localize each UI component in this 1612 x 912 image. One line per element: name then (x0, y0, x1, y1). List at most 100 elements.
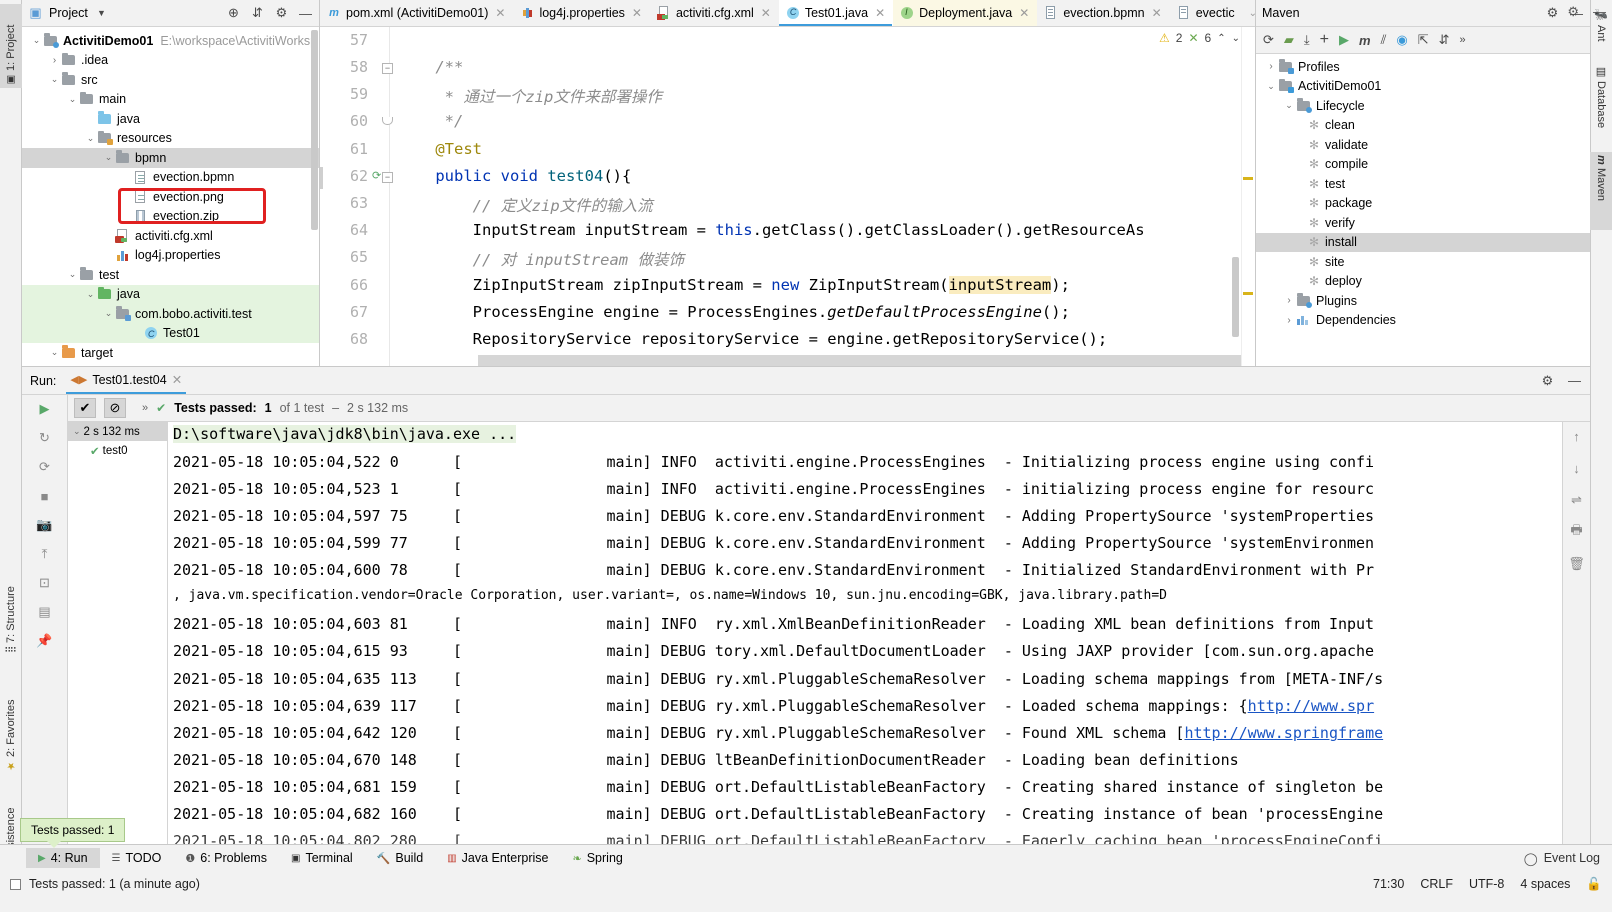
chevron-down-icon[interactable]: ▼ (94, 6, 109, 21)
expand-arrow[interactable]: › (1282, 295, 1296, 306)
toggle-skip-tests-icon[interactable]: ⫽ (1381, 32, 1387, 48)
expand-arrow[interactable]: › (1264, 61, 1278, 72)
expand-arrow[interactable]: ⌄ (73, 426, 81, 437)
expand-arrow[interactable]: ⌄ (66, 94, 79, 105)
layout-settings-icon[interactable]: ▤ (36, 603, 54, 621)
editor-inspection-sidebar[interactable] (1241, 27, 1255, 366)
maven-goal-package[interactable]: ✻ package (1256, 194, 1590, 214)
maven-goal-clean[interactable]: ✻ clean (1256, 116, 1590, 136)
import-test-results-icon[interactable]: ⤒ (36, 545, 54, 563)
expand-arrow[interactable]: ⌄ (1264, 81, 1278, 92)
editor-tab-pom-xml[interactable]: m pom.xml (ActivitiDemo01) ✕ (320, 0, 513, 26)
warning-stripe[interactable] (1243, 292, 1253, 295)
console-link[interactable]: http://www.spr (1248, 697, 1374, 715)
editor-code[interactable]: /** * 通过一个zip文件来部署操作 */ @Test public voi… (398, 27, 1255, 366)
tree-row-src[interactable]: ⌄ src (22, 70, 319, 90)
tree-row-idea[interactable]: › .idea (22, 51, 319, 71)
settings-gear-icon[interactable]: ⚙ (1540, 373, 1555, 388)
expand-all-icon[interactable]: ⇱ (1418, 32, 1429, 48)
test-tree-root-row[interactable]: ⌄ 2 s 132 ms (68, 422, 167, 441)
bottom-tab-terminal[interactable]: ▣ Terminal (279, 848, 365, 868)
toggle-auto-test-icon[interactable]: ⟳ (36, 458, 54, 476)
maven-row-plugins[interactable]: › Plugins (1256, 291, 1590, 311)
checkbox-icon[interactable] (10, 878, 21, 890)
expand-arrow[interactable]: ⌄ (84, 289, 97, 300)
expand-arrow[interactable]: ⌄ (30, 35, 43, 46)
maven-goal-compile[interactable]: ✻ compile (1256, 155, 1590, 175)
minimize-icon[interactable]: — (1567, 373, 1582, 388)
bottom-tab-java-enterprise[interactable]: ▥ Java Enterprise (435, 848, 560, 868)
project-tree[interactable]: ⌄ ActivitiDemo01 E:\workspace\ActivitiWo… (22, 27, 319, 363)
maven-goal-test[interactable]: ✻ test (1256, 174, 1590, 194)
show-ignored-toggle[interactable]: ⊘ (104, 398, 126, 418)
close-icon[interactable]: ✕ (1152, 6, 1162, 20)
collapse-all-icon[interactable]: ⇵ (1439, 32, 1450, 48)
test-settings-icon[interactable]: ⊡ (36, 574, 54, 592)
sidebar-tab-project[interactable]: ▣ 1: Project (0, 4, 22, 88)
print-icon[interactable]: 🖶 (1568, 522, 1586, 541)
tree-row-activitidemo01[interactable]: ⌄ ActivitiDemo01 E:\workspace\ActivitiWo… (22, 31, 319, 51)
tree-row-activiti-cfg-xml[interactable]: › activiti.cfg.xml (22, 226, 319, 246)
editor-body[interactable]: ⚠ 2 ✕ 6 ⌃ ⌄ 57 58 59 60 61 62 63 64 65 6… (320, 27, 1255, 366)
editor-tab-overflow-button[interactable]: ⌄ (1243, 0, 1255, 26)
expand-arrow[interactable]: › (48, 55, 61, 66)
execute-maven-goal-icon[interactable]: m (1359, 33, 1371, 48)
add-maven-project-icon[interactable]: + (1320, 31, 1329, 49)
tree-row-java-test[interactable]: ⌄ java (22, 284, 319, 304)
maven-goal-validate[interactable]: ✻ validate (1256, 135, 1590, 155)
settings-gear-icon[interactable]: ⚙ (1545, 5, 1560, 21)
unlocked-icon[interactable]: 🔓 (1586, 877, 1602, 892)
close-icon[interactable]: ✕ (632, 6, 642, 20)
tree-row-evection-bpmn[interactable]: › evection.bpmn (22, 168, 319, 188)
tree-row-target[interactable]: ⌄ target (22, 343, 319, 363)
close-icon[interactable]: ✕ (495, 6, 505, 20)
tree-row-java-main[interactable]: › java (22, 109, 319, 129)
rerun-icon[interactable]: ▶ (36, 400, 54, 418)
console-link[interactable]: http://www.springframe (1184, 724, 1383, 742)
close-icon[interactable]: ✕ (172, 372, 182, 387)
download-sources-icon[interactable]: ⤓ (1304, 32, 1310, 48)
maven-goal-site[interactable]: ✻ site (1256, 252, 1590, 272)
bottom-tab-run[interactable]: ▶ 4: Run (26, 848, 100, 868)
delete-icon[interactable]: 🗑 (1568, 555, 1586, 573)
file-encoding[interactable]: UTF-8 (1469, 877, 1504, 891)
tree-row-test[interactable]: ⌄ test (22, 265, 319, 285)
expand-arrow[interactable]: ⌄ (84, 133, 97, 144)
tree-row-main[interactable]: ⌄ main (22, 90, 319, 110)
rerun-failed-tests-icon[interactable]: ↻ (36, 429, 54, 447)
bottom-tab-problems[interactable]: ❶ 6: Problems (173, 848, 279, 868)
tree-row-log4j-properties[interactable]: › log4j.properties (22, 246, 319, 266)
expand-arrow[interactable]: › (1282, 315, 1296, 326)
bottom-tab-build[interactable]: 🔨 Build (365, 848, 436, 868)
tree-row-evection-zip[interactable]: › evection.zip (22, 207, 319, 227)
sidebar-tab-structure[interactable]: ⣿ 7: Structure (0, 560, 22, 656)
tree-row-resources[interactable]: ⌄ resources (22, 129, 319, 149)
expand-arrow[interactable]: ⌄ (102, 152, 115, 163)
maven-tree[interactable]: › Profiles ⌄ ActivitiDemo01 ⌄ Lifecycle … (1256, 54, 1590, 330)
tree-row-bpmn[interactable]: ⌄ bpmn (22, 148, 319, 168)
sidebar-tab-favorites[interactable]: ★ 2: Favorites (0, 672, 22, 774)
line-separator[interactable]: CRLF (1420, 877, 1453, 891)
locate-icon[interactable]: ⊕ (226, 5, 241, 21)
scroll-up-icon[interactable]: ↑ (1568, 427, 1586, 445)
scroll-down-icon[interactable]: ↓ (1568, 459, 1586, 477)
close-icon[interactable]: ✕ (761, 6, 771, 20)
expand-arrow[interactable]: ⌄ (1282, 100, 1296, 111)
test-tree-item-row[interactable]: ✔ test0 (68, 441, 167, 460)
editor-tab-evection-truncated[interactable]: evectic (1170, 0, 1243, 26)
show-passed-toggle[interactable]: ✔ (74, 398, 96, 418)
maven-row-dependencies[interactable]: › Dependencies (1256, 311, 1590, 331)
soft-wrap-icon[interactable]: ⇌ (1568, 491, 1586, 509)
pin-icon[interactable]: 📌 (36, 632, 54, 650)
run-test-gutter-icon[interactable]: ⟳ (372, 169, 381, 182)
editor-tab-test01-java[interactable]: C Test01.java ✕ (778, 0, 894, 26)
tree-row-test01-class[interactable]: › C Test01 (22, 323, 319, 343)
expand-arrow[interactable]: ⌄ (66, 269, 79, 280)
console-output[interactable]: D:\software\java\jdk8\bin\java.exe ... 2… (169, 422, 1562, 844)
warning-stripe[interactable] (1243, 177, 1253, 180)
indent-setting[interactable]: 4 spaces (1520, 877, 1570, 891)
bottom-tab-spring[interactable]: ❧ Spring (561, 848, 635, 868)
tree-row-package[interactable]: ⌄ com.bobo.activiti.test (22, 304, 319, 324)
editor-tab-deployment-java[interactable]: I Deployment.java ✕ (893, 0, 1038, 26)
more-icon[interactable]: » (1460, 34, 1466, 46)
